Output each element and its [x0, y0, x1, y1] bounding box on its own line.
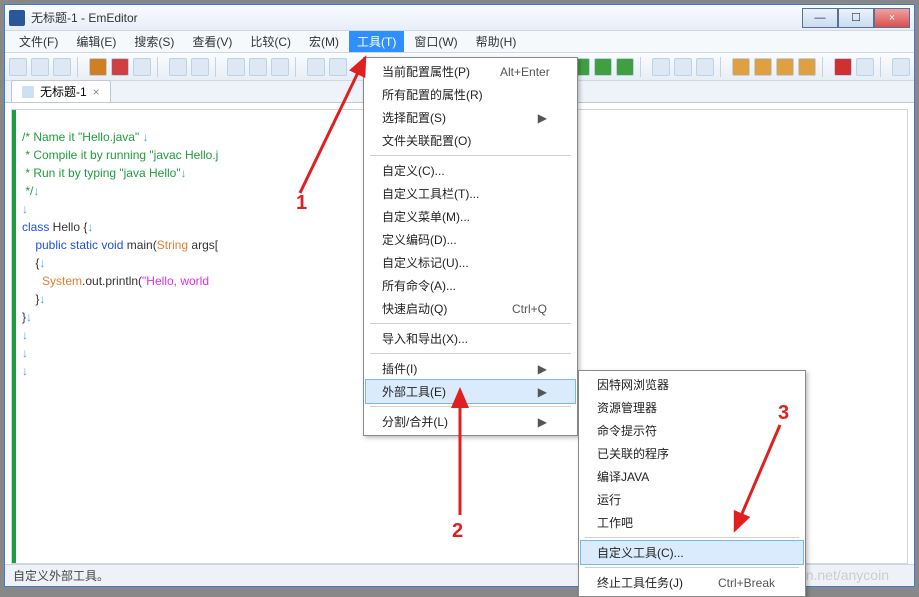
- toolbar-paste-icon[interactable]: [271, 58, 289, 76]
- toolbar-redo-icon[interactable]: [329, 58, 347, 76]
- toolbar-tool6-icon[interactable]: [798, 58, 816, 76]
- menu-help[interactable]: 帮助(H): [468, 31, 525, 52]
- toolbar-profile-icon[interactable]: [133, 58, 151, 76]
- menu-edit[interactable]: 编辑(E): [68, 31, 124, 52]
- ext-menu-item-8[interactable]: 自定义工具(C)...: [581, 541, 803, 564]
- tab-untitled[interactable]: 无标题-1 ×: [11, 80, 111, 102]
- toolbar-java-icon[interactable]: [89, 58, 107, 76]
- ext-menu-item-5[interactable]: 运行: [581, 488, 803, 511]
- menu-search[interactable]: 搜索(S): [126, 31, 182, 52]
- tools-menu-item-18[interactable]: 分割/合并(L)▶: [366, 410, 575, 433]
- toolbar-tools-icon[interactable]: [892, 58, 910, 76]
- toolbar-find-icon[interactable]: [696, 58, 714, 76]
- toolbar-plugin3-icon[interactable]: [594, 58, 612, 76]
- ext-menu-item-6[interactable]: 工作吧: [581, 511, 803, 534]
- tools-menu-item-3[interactable]: 文件关联配置(O): [366, 129, 575, 152]
- menu-view[interactable]: 查看(V): [184, 31, 240, 52]
- minimize-button[interactable]: —: [802, 8, 838, 28]
- toolbar-save-icon[interactable]: [53, 58, 71, 76]
- ext-menu-item-4[interactable]: 编译JAVA: [581, 465, 803, 488]
- tools-menu-item-15[interactable]: 插件(I)▶: [366, 357, 575, 380]
- close-button[interactable]: ×: [874, 8, 910, 28]
- tools-menu-item-6[interactable]: 自定义工具栏(T)...: [366, 182, 575, 205]
- maximize-button[interactable]: ☐: [838, 8, 874, 28]
- ext-menu-item-1[interactable]: 资源管理器: [581, 396, 803, 419]
- gutter: [12, 110, 16, 563]
- tab-close-icon[interactable]: ×: [93, 85, 100, 99]
- menubar: 文件(F) 编辑(E) 搜索(S) 查看(V) 比较(C) 宏(M) 工具(T)…: [5, 31, 914, 53]
- ext-menu-item-3[interactable]: 已关联的程序: [581, 442, 803, 465]
- toolbar-cut-icon[interactable]: [227, 58, 245, 76]
- menu-compare[interactable]: 比较(C): [242, 31, 299, 52]
- toolbar-compile-icon[interactable]: [754, 58, 772, 76]
- menu-file[interactable]: 文件(F): [11, 31, 66, 52]
- menu-window[interactable]: 窗口(W): [406, 31, 465, 52]
- tools-menu-item-7[interactable]: 自定义菜单(M)...: [366, 205, 575, 228]
- toolbar-sort-icon[interactable]: [652, 58, 670, 76]
- toolbar-undo-icon[interactable]: [307, 58, 325, 76]
- external-tools-submenu: 因特网浏览器资源管理器命令提示符已关联的程序编译JAVA运行工作吧自定义工具(C…: [578, 370, 806, 597]
- menu-tools[interactable]: 工具(T): [349, 31, 404, 52]
- tools-menu-item-0[interactable]: 当前配置属性(P)Alt+Enter: [366, 60, 575, 83]
- app-icon: [9, 10, 25, 26]
- toolbar-record-icon[interactable]: [834, 58, 852, 76]
- document-icon: [22, 86, 34, 98]
- tools-menu-item-8[interactable]: 定义编码(D)...: [366, 228, 575, 251]
- tools-menu-item-13[interactable]: 导入和导出(X)...: [366, 327, 575, 350]
- tools-menu-item-1[interactable]: 所有配置的属性(R): [366, 83, 575, 106]
- toolbar-filter-icon[interactable]: [674, 58, 692, 76]
- window-title: 无标题-1 - EmEditor: [31, 9, 802, 26]
- tools-menu-item-10[interactable]: 所有命令(A)...: [366, 274, 575, 297]
- toolbar-new-icon[interactable]: [9, 58, 27, 76]
- toolbar-edit-icon[interactable]: [111, 58, 129, 76]
- tools-menu-item-16[interactable]: 外部工具(E)▶: [366, 380, 575, 403]
- menu-macros[interactable]: 宏(M): [301, 31, 347, 52]
- toolbar-plugin4-icon[interactable]: [616, 58, 634, 76]
- tools-menu-item-11[interactable]: 快速启动(Q)Ctrl+Q: [366, 297, 575, 320]
- toolbar-run-icon[interactable]: [732, 58, 750, 76]
- ext-menu-item-0[interactable]: 因特网浏览器: [581, 373, 803, 396]
- toolbar-open-icon[interactable]: [31, 58, 49, 76]
- ext-menu-item-2[interactable]: 命令提示符: [581, 419, 803, 442]
- tools-menu-item-9[interactable]: 自定义标记(U)...: [366, 251, 575, 274]
- tools-menu-item-2[interactable]: 选择配置(S)▶: [366, 106, 575, 129]
- status-text: 自定义外部工具。: [13, 567, 109, 584]
- tools-menu-item-5[interactable]: 自定义(C)...: [366, 159, 575, 182]
- toolbar-tool5-icon[interactable]: [776, 58, 794, 76]
- tab-label: 无标题-1: [40, 83, 87, 100]
- toolbar-stop-icon[interactable]: [856, 58, 874, 76]
- toolbar-preview-icon[interactable]: [191, 58, 209, 76]
- toolbar-copy-icon[interactable]: [249, 58, 267, 76]
- toolbar-print-icon[interactable]: [169, 58, 187, 76]
- tools-menu-dropdown: 当前配置属性(P)Alt+Enter所有配置的属性(R)选择配置(S)▶文件关联…: [363, 57, 578, 436]
- titlebar: 无标题-1 - EmEditor — ☐ ×: [5, 5, 914, 31]
